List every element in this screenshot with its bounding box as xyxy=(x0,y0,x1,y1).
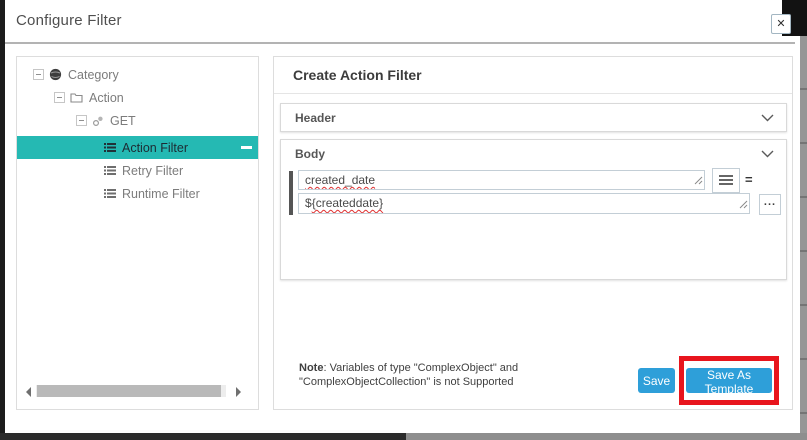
filter-editor-panel: Create Action Filter Header Body create xyxy=(273,56,793,410)
value-prefix: $ xyxy=(305,196,312,210)
tree-item-label: GET xyxy=(110,114,136,128)
tree-item-action[interactable]: Action xyxy=(54,86,124,109)
resize-grip-icon[interactable] xyxy=(694,174,703,188)
collapse-toggle-icon[interactable] xyxy=(33,69,44,80)
background-page-scroll-strip xyxy=(800,36,807,433)
operator-label: = xyxy=(745,172,753,187)
note-text: Note: Variables of type "ComplexObject" … xyxy=(299,361,518,389)
body-accordion: Body created_date = ${create xyxy=(280,139,787,280)
tree-item-label: Category xyxy=(68,68,119,82)
hamburger-icon xyxy=(719,172,733,190)
save-as-template-button[interactable]: Save As Template xyxy=(686,368,772,393)
header-accordion[interactable]: Header xyxy=(280,103,787,132)
panel-heading: Create Action Filter xyxy=(274,57,792,94)
filter-icon xyxy=(104,188,116,199)
scroll-right-arrow-icon[interactable] xyxy=(236,387,241,397)
tree-item-label: Retry Filter xyxy=(122,164,183,178)
background-page-left-edge xyxy=(0,0,5,433)
chevron-down-icon[interactable] xyxy=(761,147,774,161)
header-section-label: Header xyxy=(295,111,336,125)
collapse-toggle-icon[interactable] xyxy=(54,92,65,103)
save-button[interactable]: Save xyxy=(638,368,675,393)
link-icon xyxy=(92,115,104,127)
resize-grip-icon[interactable] xyxy=(739,198,748,212)
note-bold: Note xyxy=(299,362,323,374)
dialog-title: Configure Filter xyxy=(16,12,122,29)
tree-item-label: Action xyxy=(89,91,124,105)
scrollbar-thumb[interactable] xyxy=(37,385,221,397)
tree-item-label: Runtime Filter xyxy=(122,187,200,201)
chevron-down-icon[interactable] xyxy=(761,111,774,125)
category-icon xyxy=(49,68,62,81)
scroll-left-arrow-icon[interactable] xyxy=(26,387,31,397)
configure-filter-dialog: Configure Filter ✕ Category Action GET xyxy=(0,0,807,440)
close-icon: ✕ xyxy=(776,19,785,30)
header-divider xyxy=(5,42,795,44)
tree-item-runtime-filter[interactable]: Runtime Filter xyxy=(104,182,200,205)
filter-field-value: created_date xyxy=(305,173,375,187)
tree-item-label: Action Filter xyxy=(122,141,188,155)
background-taskbar-dark xyxy=(0,433,406,440)
collapse-toggle-icon[interactable] xyxy=(76,115,87,126)
folder-icon xyxy=(70,92,83,104)
tree-item-action-filter[interactable]: Action Filter xyxy=(17,136,258,159)
filter-value-text: {createddate} xyxy=(312,196,383,210)
filter-icon xyxy=(104,165,116,176)
filter-tree-panel: Category Action GET Action Filter xyxy=(16,56,259,410)
background-taskbar-gray xyxy=(406,433,807,440)
body-section-label: Body xyxy=(295,147,325,161)
filter-value-input[interactable]: ${createddate} xyxy=(298,193,750,214)
ellipsis-icon: ... xyxy=(764,196,776,208)
condition-group-bar xyxy=(289,171,293,215)
field-menu-button[interactable] xyxy=(712,168,740,193)
filter-field-input[interactable]: created_date xyxy=(298,170,705,190)
tree-horizontal-scrollbar[interactable] xyxy=(17,385,258,399)
tree-item-retry-filter[interactable]: Retry Filter xyxy=(104,159,183,182)
body-accordion-header[interactable]: Body xyxy=(281,140,786,168)
filter-icon xyxy=(104,142,116,153)
scrollbar-track[interactable] xyxy=(36,385,226,397)
tree-item-get[interactable]: GET xyxy=(76,109,136,132)
selection-marker xyxy=(241,146,252,149)
value-picker-button[interactable]: ... xyxy=(759,194,781,215)
close-button[interactable]: ✕ xyxy=(771,14,791,34)
tree-item-category[interactable]: Category xyxy=(33,63,119,86)
